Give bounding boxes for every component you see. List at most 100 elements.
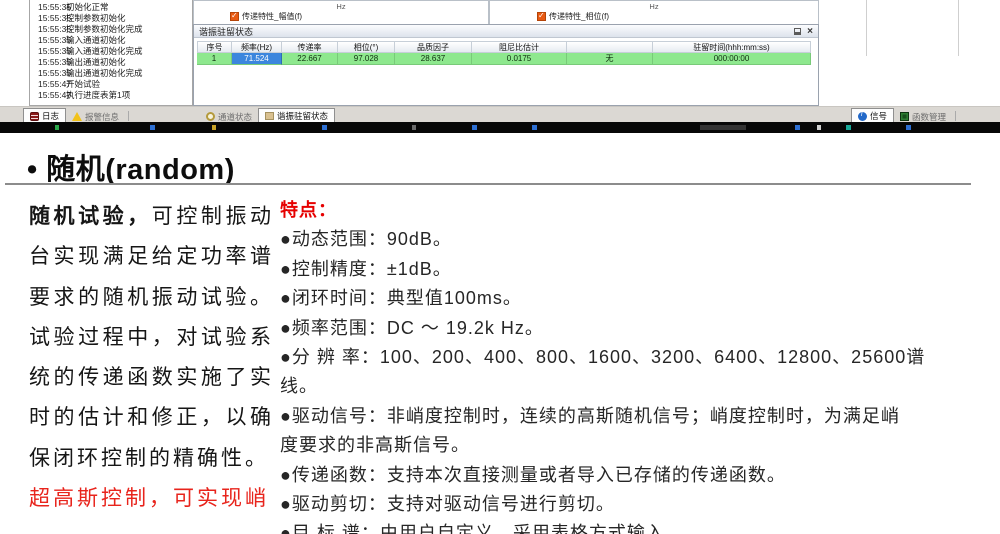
cell-extra[interactable]: 无 xyxy=(567,53,653,65)
column-header[interactable]: 阻尼比估计 xyxy=(472,41,567,53)
log-time: 15:55:35 xyxy=(30,46,66,57)
log-message: 输入通道初始化 xyxy=(66,35,192,46)
section-title: • 随机(random) xyxy=(27,146,235,188)
taskbar-speck xyxy=(150,125,155,130)
taskbar-speck xyxy=(212,125,216,130)
feature-item: ●控制精度：±1dB。 xyxy=(280,255,994,284)
transfer-phase-chart: Hz 传递特性_相位(f) xyxy=(489,0,819,24)
taskbar-speck xyxy=(700,125,746,130)
panel-titlebar: 谐振驻留状态 × xyxy=(194,25,818,38)
log-panel: 15:55:35初始化正常 15:55:35控制参数初始化 15:55:35控制… xyxy=(29,0,193,106)
log-message: 输出通道初始化完成 xyxy=(66,68,192,79)
log-time: 15:55:35 xyxy=(30,57,66,68)
dock-tab-bar: 日志 报警信息 通道状态 谐振驻留状态 信号 xyxy=(0,106,1000,122)
intro-body: 可控制振动台实现满足给定功率谱要求的随机振动试验。试验过程中，对试验系统的传递函… xyxy=(29,205,274,470)
resonance-dwell-panel: 谐振驻留状态 × 序号 频率(Hz) 传递率 相位(°) 品质因子 阻尼比估计 … xyxy=(193,24,819,106)
column-header[interactable]: 品质因子 xyxy=(395,41,472,53)
legend-transfer-magnitude[interactable]: 传递特性_幅值(f) xyxy=(230,11,302,22)
feature-item: ●驱动信号：非峭度控制时，连续的高斯随机信号；峭度控制时，为满足峭 度要求的非高… xyxy=(280,402,994,461)
tab-separator xyxy=(955,111,956,121)
function-manager-icon xyxy=(900,112,909,121)
tab-label: 日志 xyxy=(42,110,59,122)
legend-label: 传递特性_相位(f) xyxy=(549,11,609,22)
log-message: 开始试验 xyxy=(66,79,192,90)
window-divider xyxy=(958,0,959,56)
cell-damping-estimate[interactable]: 0.0175 xyxy=(472,53,567,65)
warning-icon xyxy=(72,112,82,121)
log-entry: 15:55:35输入通道初始化 xyxy=(30,35,192,46)
tab-label: 信号 xyxy=(870,110,887,122)
features-list: 特点： ●动态范围：90dB。 ●控制精度：±1dB。 ●闭环时间：典型值100… xyxy=(280,196,994,534)
log-time: 15:55:47 xyxy=(30,79,66,90)
log-entry: 15:55:47开始试验 xyxy=(30,79,192,90)
tab-label: 谐振驻留状态 xyxy=(277,110,328,122)
log-entry: 15:55:35控制参数初始化 xyxy=(30,13,192,24)
transfer-magnitude-chart: Hz 传递特性_幅值(f) xyxy=(193,0,489,24)
cell-index[interactable]: 1 xyxy=(197,53,232,65)
taskbar-speck xyxy=(322,125,327,130)
cell-dwell-time[interactable]: 000:00:00 xyxy=(653,53,811,65)
tab-label: 通道状态 xyxy=(218,111,252,123)
cell-frequency-selected[interactable]: 71.524 xyxy=(232,53,282,65)
tab-group-left: 日志 报警信息 xyxy=(23,107,132,123)
taskbar-speck xyxy=(472,125,477,130)
column-header[interactable]: 序号 xyxy=(197,41,232,53)
feature-item: ●目 标 谱：由用户自定义，采用表格方式输入 xyxy=(280,519,994,534)
taskbar-speck xyxy=(795,125,800,130)
features-heading: 特点： xyxy=(280,196,994,225)
table-row[interactable]: 1 71.524 22.667 97.028 28.637 0.0175 无 0… xyxy=(197,53,811,65)
taskbar-speck xyxy=(817,125,821,130)
cell-transmissibility[interactable]: 22.667 xyxy=(282,53,338,65)
log-message: 控制参数初始化完成 xyxy=(66,24,192,35)
close-icon[interactable]: × xyxy=(807,27,813,36)
feature-item: ●动态范围：90dB。 xyxy=(280,225,994,254)
log-message: 输出通道初始化 xyxy=(66,57,192,68)
title-underline xyxy=(5,183,971,185)
tab-separator xyxy=(128,111,129,121)
tab-signal[interactable]: 信号 xyxy=(851,108,894,123)
log-entry: 15:55:35输入通道初始化完成 xyxy=(30,46,192,57)
taskbar-strip xyxy=(0,122,1000,133)
log-time: 15:55:35 xyxy=(30,68,66,79)
feature-item: ●闭环时间：典型值100ms。 xyxy=(280,284,994,313)
column-header[interactable]: 频率(Hz) xyxy=(232,41,282,53)
log-entry: 15:55:47执行进度表第1项 xyxy=(30,90,192,101)
channel-status-icon xyxy=(206,112,215,121)
column-header[interactable]: 相位(°) xyxy=(338,41,395,53)
taskbar-speck xyxy=(846,125,851,130)
checked-checkbox-icon[interactable] xyxy=(537,12,546,21)
cell-q-factor[interactable]: 28.637 xyxy=(395,53,472,65)
info-icon xyxy=(858,112,867,121)
window-divider xyxy=(866,0,867,56)
log-entry: 15:55:35控制参数初始化完成 xyxy=(30,24,192,35)
log-entry: 15:55:35输出通道初始化 xyxy=(30,57,192,68)
cell-phase[interactable]: 97.028 xyxy=(338,53,395,65)
taskbar-speck xyxy=(412,125,416,130)
tab-label: 函数管理 xyxy=(912,111,946,123)
taskbar-speck xyxy=(532,125,537,130)
intro-text: 随机试验，可控制振动台实现满足给定功率谱要求的随机振动试验。试验过程中，对试验系… xyxy=(29,197,274,479)
tab-label: 报警信息 xyxy=(85,111,119,123)
pin-icon[interactable] xyxy=(794,28,801,35)
log-entry: 15:55:35初始化正常 xyxy=(30,2,192,13)
intro-lead: 随机试验， xyxy=(29,205,152,228)
tab-group-right: 信号 函数管理 xyxy=(851,107,959,123)
log-time: 15:55:35 xyxy=(30,2,66,13)
tab-log[interactable]: 日志 xyxy=(23,108,66,123)
column-header[interactable]: 驻留时间(hhh:mm:ss) xyxy=(653,41,811,53)
taskbar-speck xyxy=(55,125,59,130)
tab-resonance-dwell-status[interactable]: 谐振驻留状态 xyxy=(258,108,335,123)
feature-item: ●传递函数：支持本次直接测量或者导入已存储的传递函数。 xyxy=(280,461,994,490)
log-time: 15:55:35 xyxy=(30,13,66,24)
legend-transfer-phase[interactable]: 传递特性_相位(f) xyxy=(537,11,609,22)
feature-item: ●分 辨 率：100、200、400、800、1600、3200、6400、12… xyxy=(280,343,994,402)
log-time: 15:55:47 xyxy=(30,90,66,101)
taskbar-speck xyxy=(906,125,911,130)
column-header[interactable]: 传递率 xyxy=(282,41,338,53)
legend-label: 传递特性_幅值(f) xyxy=(242,11,302,22)
log-message: 初始化正常 xyxy=(66,2,192,13)
x-axis-unit: Hz xyxy=(194,2,488,11)
log-message: 控制参数初始化 xyxy=(66,13,192,24)
checked-checkbox-icon[interactable] xyxy=(230,12,239,21)
column-header[interactable] xyxy=(567,41,653,53)
